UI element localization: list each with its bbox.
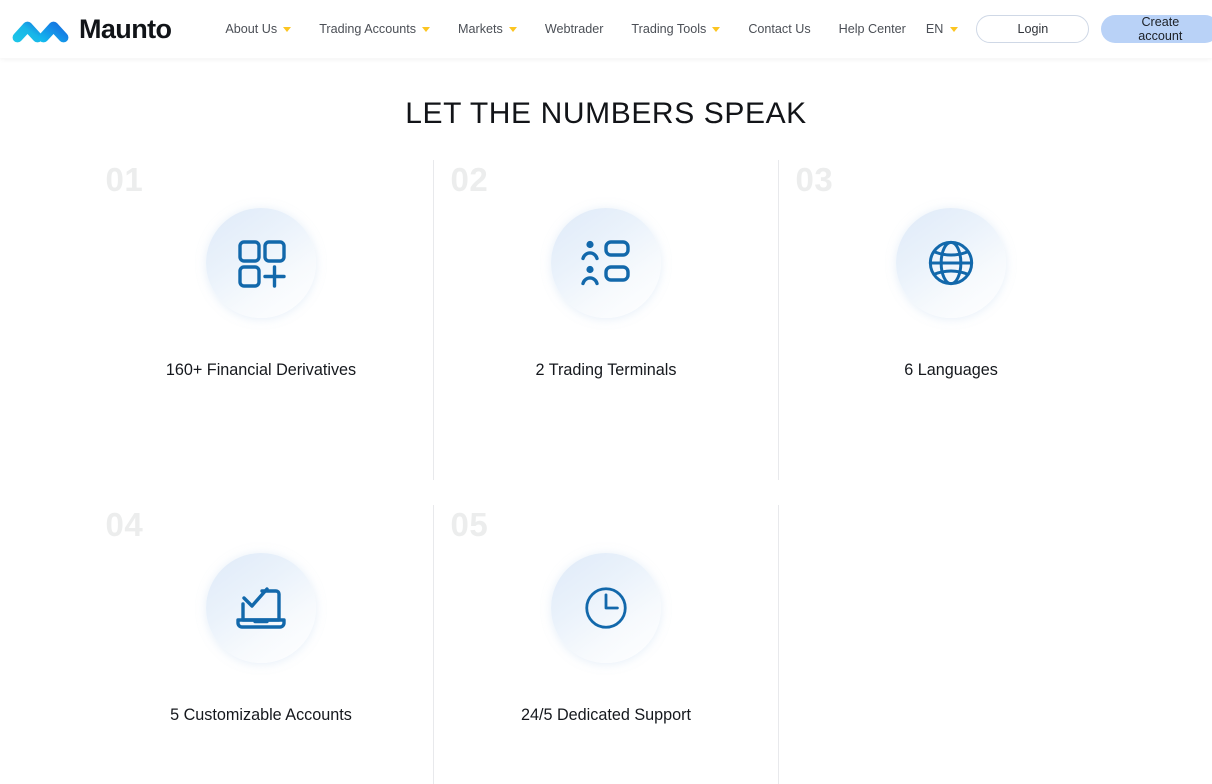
stat-caption: 160+ Financial Derivatives	[165, 361, 357, 379]
stat-caption: 5 Customizable Accounts	[170, 706, 352, 724]
chevron-down-icon	[950, 26, 959, 32]
nav-label: Webtrader	[544, 22, 604, 36]
stat-icon-wrap	[195, 542, 327, 674]
nav-label: Contact Us	[748, 22, 811, 36]
stat-number: 04	[105, 506, 144, 543]
stat-number: 01	[105, 161, 144, 198]
maunto-logo-icon	[12, 13, 70, 45]
stat-number: 03	[795, 161, 834, 198]
nav-item-trading-accounts[interactable]: Trading Accounts	[305, 16, 444, 42]
stat-icon-wrap	[540, 197, 672, 329]
stat-number: 05	[450, 506, 489, 543]
nav-label: Markets	[458, 22, 503, 36]
numbers-section: LET THE NUMBERS SPEAK 01 160+ Financial …	[0, 97, 1212, 784]
stat-icon-wrap	[885, 197, 1017, 329]
login-button[interactable]: Login	[976, 15, 1090, 43]
stat-card-02: 02 2 Trading Terminals	[434, 155, 779, 500]
language-label: EN	[925, 22, 944, 36]
language-selector[interactable]: EN	[920, 18, 965, 40]
stat-card-04: 04 5 Customizable Accounts	[89, 500, 434, 784]
stat-card-05: 05 24/5 Dedicated Support	[434, 500, 779, 784]
grid-plus-icon	[238, 240, 286, 288]
stat-icon-wrap	[540, 542, 672, 674]
main-nav: About Us Trading Accounts Markets Webtra…	[211, 16, 919, 42]
clock-icon	[585, 587, 627, 629]
logo-text: Maunto	[79, 13, 172, 44]
nav-item-contact-us[interactable]: Contact Us	[734, 16, 824, 42]
stat-icon-wrap	[195, 197, 327, 329]
chevron-down-icon	[712, 26, 721, 32]
stat-caption: 6 Languages	[904, 361, 998, 379]
nav-label: Trading Tools	[631, 22, 707, 36]
chevron-down-icon	[422, 26, 431, 32]
nav-label: About Us	[225, 22, 278, 36]
nav-item-about-us[interactable]: About Us	[211, 16, 305, 42]
globe-icon	[928, 240, 974, 286]
nav-label: Trading Accounts	[319, 22, 417, 36]
stat-number: 02	[450, 161, 489, 198]
nav-item-webtrader[interactable]: Webtrader	[531, 16, 618, 42]
user-list-icon	[581, 240, 630, 286]
stat-caption: 24/5 Dedicated Support	[520, 706, 692, 724]
header-actions: EN Login Create account	[920, 15, 1212, 43]
laptop-check-icon	[236, 587, 286, 629]
stat-card-empty	[779, 500, 1124, 784]
logo[interactable]: Maunto	[12, 13, 172, 45]
nav-item-trading-tools[interactable]: Trading Tools	[617, 16, 734, 42]
chevron-down-icon	[283, 26, 292, 32]
chevron-down-icon	[508, 26, 517, 32]
create-account-button[interactable]: Create account	[1101, 15, 1212, 43]
stats-grid: 01 160+ Financial Derivatives 02 2 Tradi…	[89, 155, 1124, 784]
site-header: Maunto About Us Trading Accounts Markets…	[0, 0, 1212, 58]
stat-caption: 2 Trading Terminals	[535, 361, 677, 379]
page-title: LET THE NUMBERS SPEAK	[405, 97, 807, 130]
stat-card-01: 01 160+ Financial Derivatives	[89, 155, 434, 500]
nav-label: Help Center	[838, 22, 906, 36]
nav-item-markets[interactable]: Markets	[444, 16, 531, 42]
nav-item-help-center[interactable]: Help Center	[825, 16, 920, 42]
stat-card-03: 03 6 Languages	[779, 155, 1124, 500]
